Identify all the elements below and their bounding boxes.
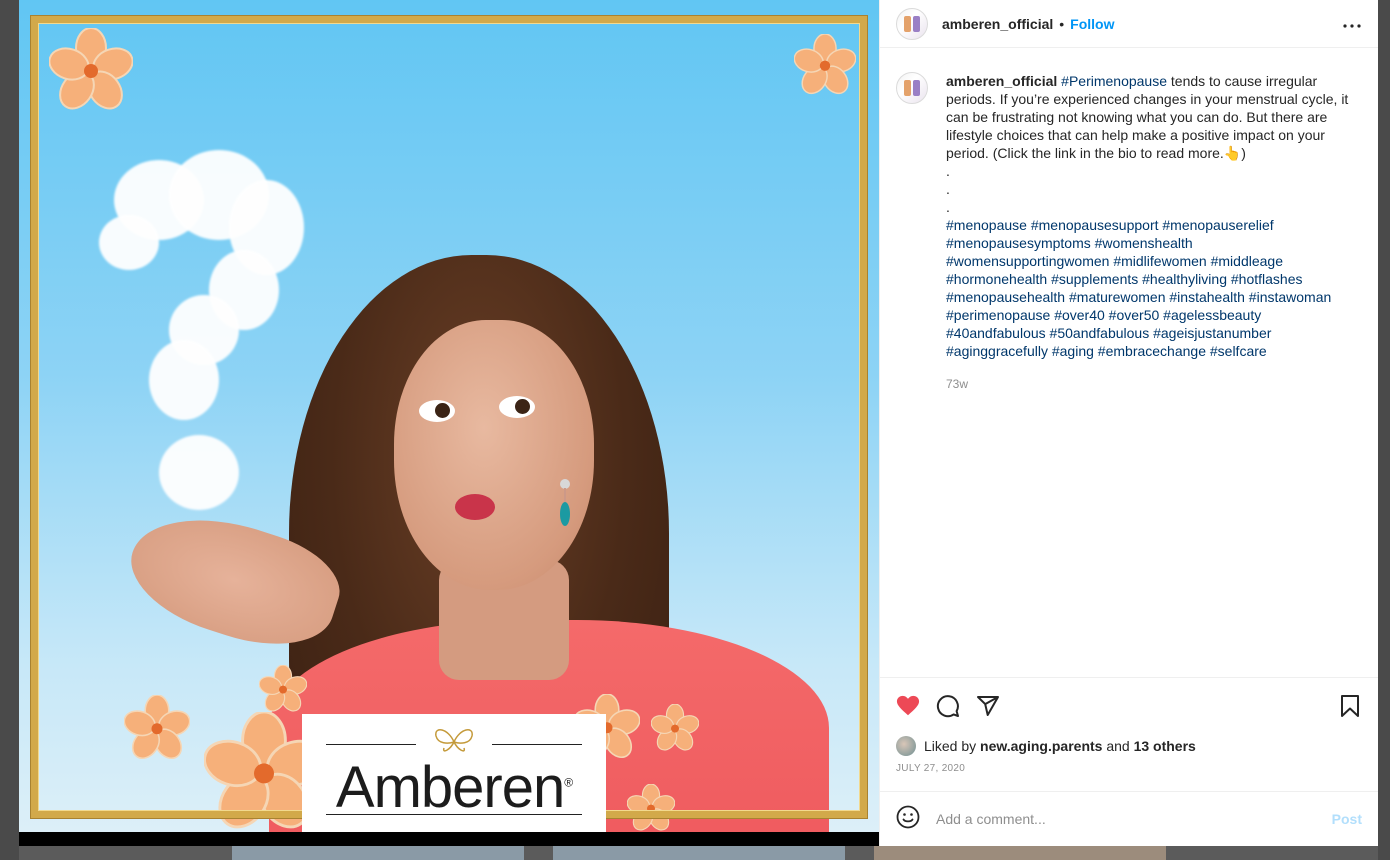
- post-image[interactable]: Amberen®: [19, 0, 879, 846]
- hashtag-link[interactable]: #ageisjustanumber: [1153, 325, 1271, 341]
- hashtag-link[interactable]: #perimenopause: [946, 307, 1050, 323]
- hashtag-list: #menopause #menopausesupport #menopauser…: [946, 216, 1362, 360]
- caption-avatar[interactable]: [896, 72, 928, 104]
- comment-icon[interactable]: [936, 694, 960, 718]
- more-options-icon[interactable]: [1342, 13, 1362, 34]
- hashtag-link[interactable]: #50andfabulous: [1050, 325, 1150, 341]
- post-date[interactable]: July 27, 2020: [880, 763, 1378, 787]
- liker-username[interactable]: new.aging.parents: [980, 738, 1102, 754]
- hashtag-link[interactable]: #40andfabulous: [946, 325, 1046, 341]
- hashtag-link[interactable]: #menopausehealth: [946, 289, 1065, 305]
- hashtag-link[interactable]: #womenshealth: [1095, 235, 1193, 251]
- share-icon[interactable]: [976, 694, 1000, 718]
- heart-icon[interactable]: [896, 694, 920, 718]
- hashtag-link[interactable]: #womensupportingwomen: [946, 253, 1109, 269]
- hashtag-link[interactable]: #menopauserelief: [1162, 217, 1273, 233]
- time-ago[interactable]: 73w: [946, 375, 1362, 393]
- hashtag-link[interactable]: #supplements: [1051, 271, 1138, 287]
- hashtag-link[interactable]: #aging: [1052, 343, 1094, 359]
- post-modal: Amberen® amberen_official • Follow amber…: [19, 0, 1378, 846]
- hashtag-line: #menopausehealth #maturewomen #instaheal…: [946, 288, 1362, 306]
- post-comment-button[interactable]: Post: [1332, 811, 1362, 827]
- post-photo: Amberen®: [19, 0, 879, 832]
- follow-button[interactable]: Follow: [1070, 16, 1114, 32]
- separator-dot: •: [1059, 15, 1065, 32]
- hashtag-line: #hormonehealth #supplements #healthylivi…: [946, 270, 1362, 288]
- caption-lead-hashtag[interactable]: #Perimenopause: [1061, 73, 1167, 89]
- hashtag-link[interactable]: #instahealth: [1169, 289, 1245, 305]
- hashtag-link[interactable]: #agelessbeauty: [1163, 307, 1261, 323]
- brand-name: Amberen: [335, 755, 565, 820]
- avatar[interactable]: [896, 7, 928, 40]
- bookmark-icon[interactable]: [1338, 694, 1362, 718]
- hashtag-link[interactable]: #hormonehealth: [946, 271, 1047, 287]
- post-sidebar: amberen_official • Follow amberen_offici…: [879, 0, 1378, 846]
- hashtag-link[interactable]: #menopausesupport: [1031, 217, 1159, 233]
- likes-and: and: [1106, 738, 1130, 754]
- butterfly-logo-icon: [435, 729, 473, 752]
- brand-logo: Amberen®: [302, 714, 606, 832]
- caption-username[interactable]: amberen_official: [946, 73, 1057, 89]
- liker-avatar[interactable]: [896, 736, 916, 756]
- hashtag-link[interactable]: #over40: [1054, 307, 1105, 323]
- hashtag-link[interactable]: #midlifewomen: [1113, 253, 1206, 269]
- feed-thumb: [874, 846, 1166, 860]
- hashtag-link[interactable]: #over50: [1109, 307, 1160, 323]
- feed-thumb: [232, 846, 524, 860]
- hashtag-link[interactable]: #menopause: [946, 217, 1027, 233]
- header-username[interactable]: amberen_official: [942, 16, 1053, 32]
- hashtag-link[interactable]: #hotflashes: [1231, 271, 1303, 287]
- registered-mark: ®: [564, 775, 573, 790]
- caption-dot: .: [946, 199, 950, 215]
- comment-bar: Post: [880, 791, 1378, 846]
- hashtag-link[interactable]: #maturewomen: [1069, 289, 1166, 305]
- hashtag-link[interactable]: #selfcare: [1210, 343, 1267, 359]
- post-header: amberen_official • Follow: [880, 0, 1378, 48]
- hashtag-link[interactable]: #menopausesymptoms: [946, 235, 1091, 251]
- hashtag-link[interactable]: #aginggracefully: [946, 343, 1048, 359]
- feed-thumb: [553, 846, 845, 860]
- backdrop-right: [1378, 0, 1390, 860]
- hashtag-link[interactable]: #healthyliving: [1142, 271, 1227, 287]
- likes-summary: Liked by new.aging.parents and 13 others: [880, 733, 1378, 759]
- gold-frame: [31, 16, 867, 818]
- caption-section: amberen_official #Perimenopause tends to…: [880, 48, 1378, 677]
- emoji-icon[interactable]: [896, 805, 920, 834]
- hashtag-line: #menopause #menopausesupport #menopauser…: [946, 216, 1362, 234]
- hashtag-line: #aginggracefully #aging #embracechange #…: [946, 342, 1362, 360]
- hashtag-line: #40andfabulous #50andfabulous #ageisjust…: [946, 324, 1362, 342]
- hashtag-line: #perimenopause #over40 #over50 #agelessb…: [946, 306, 1362, 324]
- action-bar: [880, 677, 1378, 733]
- hashtag-link[interactable]: #instawoman: [1249, 289, 1332, 305]
- caption-dot: .: [946, 181, 950, 197]
- hashtag-link[interactable]: #middleage: [1211, 253, 1283, 269]
- hashtag-link[interactable]: #embracechange: [1098, 343, 1206, 359]
- caption-dot: .: [946, 163, 950, 179]
- caption: amberen_official #Perimenopause tends to…: [946, 72, 1362, 677]
- likes-prefix: Liked by: [924, 738, 977, 754]
- hashtag-line: #womensupportingwomen #midlifewomen #mid…: [946, 252, 1362, 270]
- likes-others[interactable]: 13 others: [1134, 738, 1196, 754]
- backdrop-left: [0, 0, 19, 860]
- comment-input[interactable]: [936, 811, 1332, 827]
- hashtag-line: #menopausesymptoms #womenshealth: [946, 234, 1362, 252]
